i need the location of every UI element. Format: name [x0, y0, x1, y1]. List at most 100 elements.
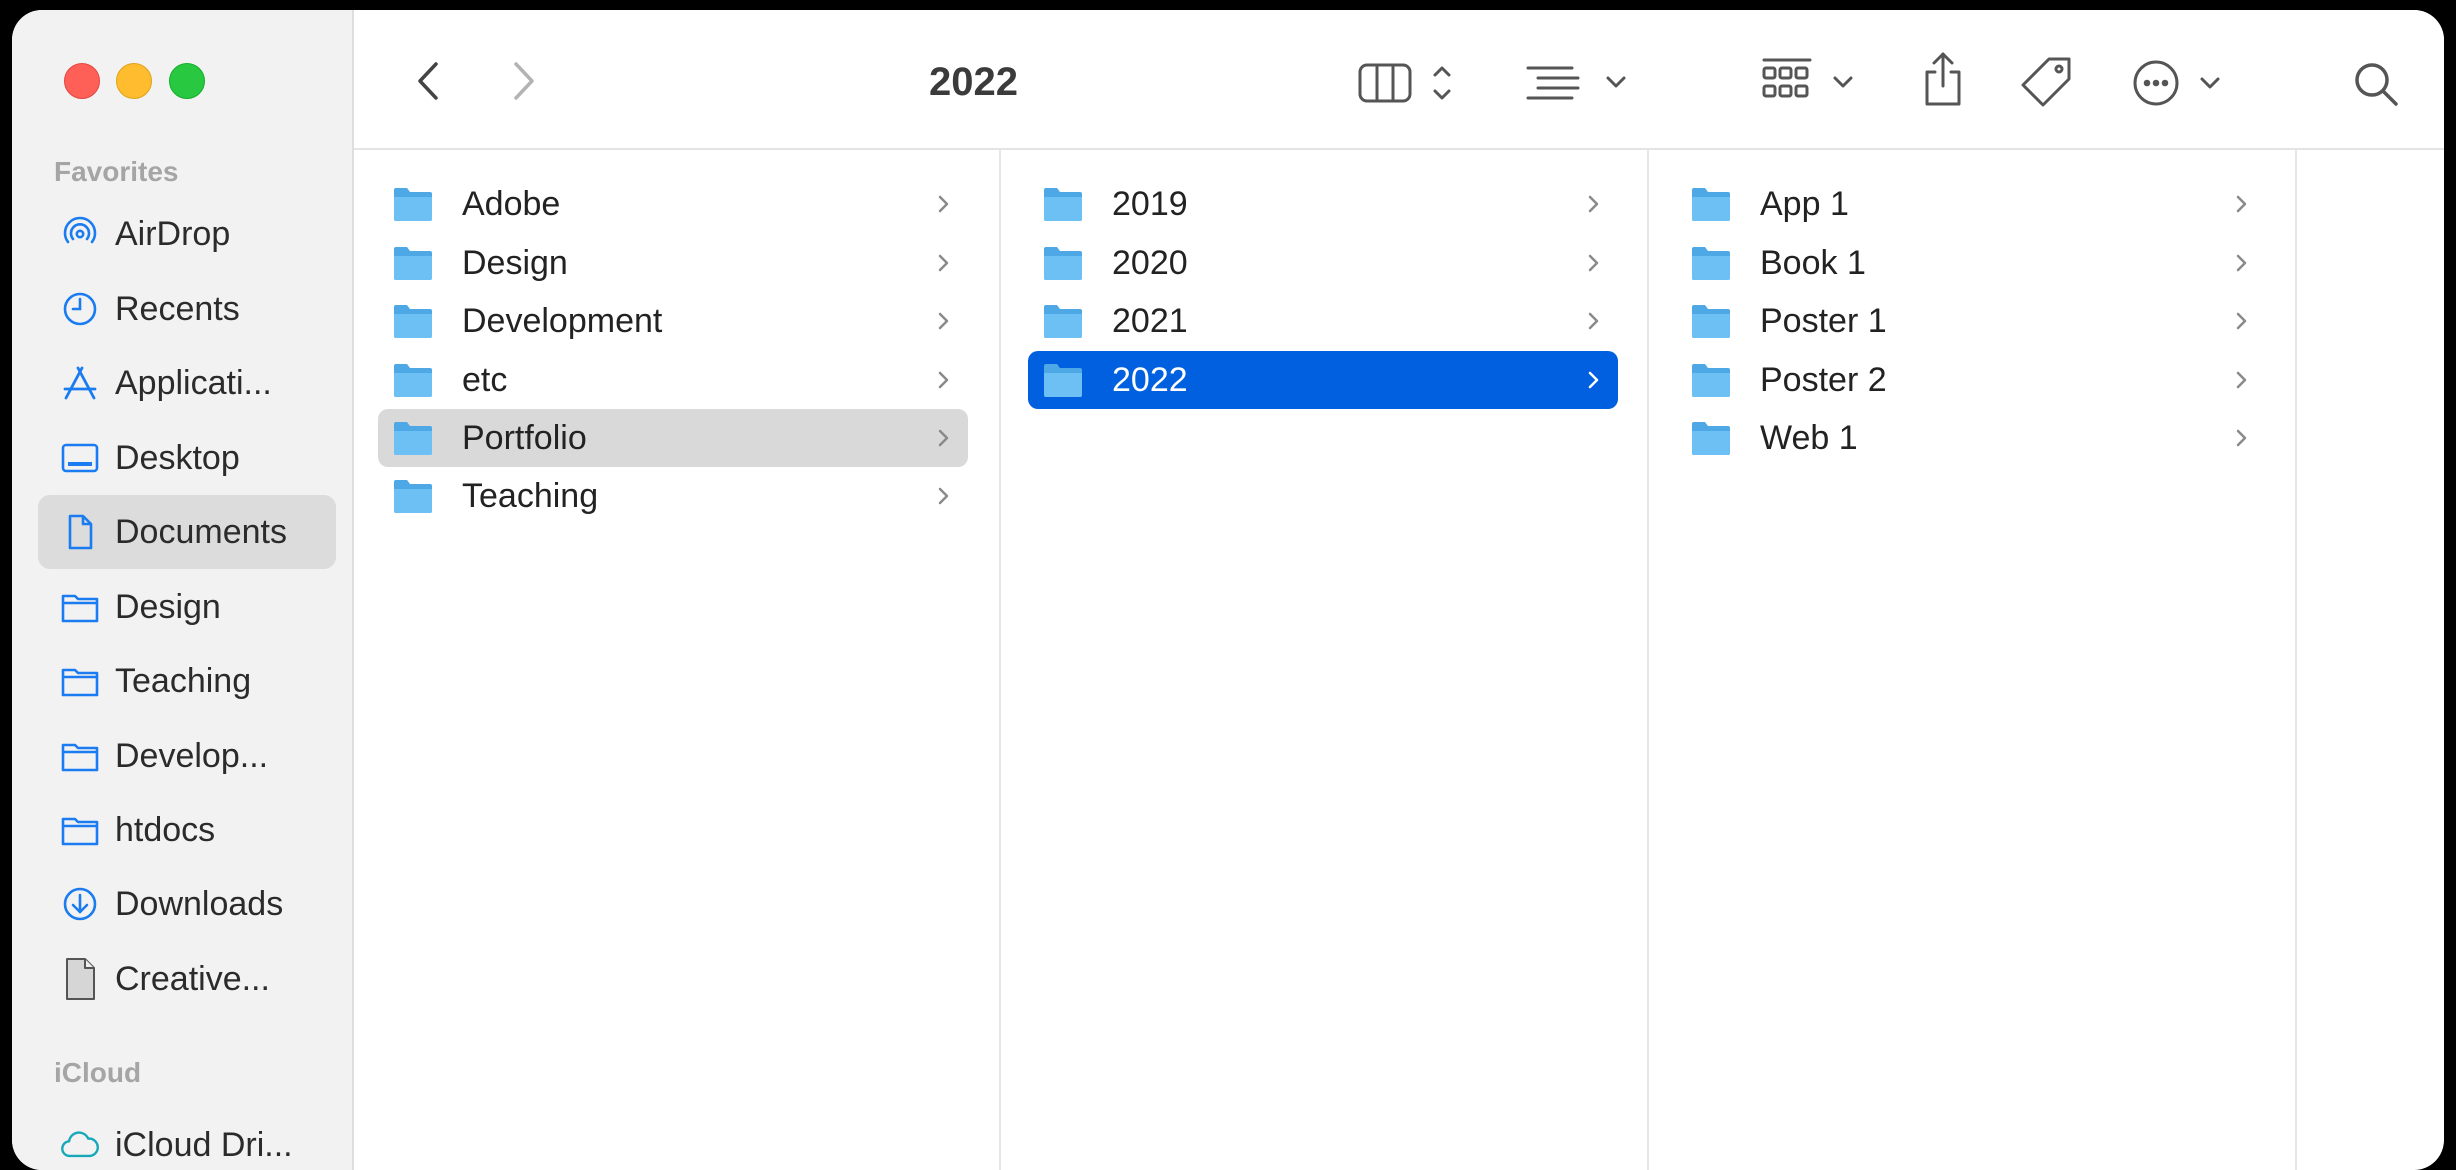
search-icon [2355, 63, 2398, 106]
folder-icon [394, 422, 432, 455]
sidebar-item-development[interactable]: Develop... [38, 719, 336, 793]
search-button[interactable] [2352, 60, 2402, 110]
folder-icon [1692, 364, 1730, 397]
chevron-right-icon [938, 254, 949, 272]
share-icon [1925, 52, 1961, 106]
sidebar-item-label: Documents [115, 512, 287, 551]
folder-icon [394, 480, 432, 513]
column-1: Adobe Design Development etc Portfolio T… [354, 150, 1001, 1170]
view-mode-button[interactable] [1357, 60, 1467, 106]
close-window-button[interactable] [64, 63, 100, 99]
sidebar-item-label: htdocs [115, 810, 216, 849]
list-item-label: Book 1 [1760, 243, 1866, 282]
group-button[interactable] [1524, 62, 1634, 102]
folder-icon [1044, 188, 1082, 221]
download-icon [60, 884, 100, 924]
chevron-right-icon [2236, 254, 2247, 272]
tag-button[interactable] [2017, 54, 2077, 110]
ellipsis-icon [2133, 60, 2179, 106]
list-item-2022-selected[interactable]: 2022 [1028, 351, 1618, 409]
forward-icon [514, 62, 534, 100]
sidebar-item-airdrop[interactable]: AirDrop [38, 197, 336, 271]
list-item[interactable]: Web 1 [1676, 409, 2266, 467]
list-item-label: etc [462, 360, 508, 399]
list-item-label: Portfolio [462, 418, 587, 457]
document-icon [60, 512, 100, 552]
sidebar-item-teaching[interactable]: Teaching [38, 644, 336, 718]
chevron-right-icon [938, 371, 949, 389]
list-item-label: Development [462, 301, 663, 340]
tag-icon [2021, 57, 2071, 107]
chevron-down-icon [1606, 76, 1626, 88]
back-button[interactable] [408, 58, 448, 104]
list-item[interactable]: etc [378, 351, 968, 409]
folder-icon [1044, 247, 1082, 280]
sidebar-section-icloud: iCloud [54, 1057, 142, 1088]
list-item-label: Web 1 [1760, 418, 1858, 457]
chevron-down-icon [2200, 77, 2220, 89]
folder-icon [1044, 364, 1082, 397]
folder-icon [1692, 305, 1730, 338]
sidebar-item-label: Downloads [115, 884, 284, 923]
share-button[interactable] [1918, 50, 1968, 110]
list-item-portfolio[interactable]: Portfolio [378, 409, 968, 467]
sidebar-item-recents[interactable]: Recents [38, 272, 336, 346]
sidebar-item-design[interactable]: Design [38, 570, 336, 644]
window-title: 2022 [929, 60, 1018, 104]
sidebar-item-htdocs[interactable]: htdocs [38, 793, 336, 867]
chevron-right-icon [1588, 254, 1599, 272]
list-item[interactable]: 2021 [1028, 292, 1618, 350]
chevron-right-icon [1588, 195, 1599, 213]
grid-icon [1762, 58, 1812, 98]
more-actions-button[interactable] [2132, 58, 2228, 108]
list-item-label: 2019 [1112, 184, 1188, 223]
columns-view-icon [1358, 63, 1412, 103]
folder-icon [1692, 188, 1730, 221]
zoom-window-button[interactable] [169, 63, 205, 99]
sidebar-item-documents[interactable]: Documents [38, 495, 336, 569]
folder-icon [60, 587, 100, 627]
folder-icon [60, 810, 100, 850]
chevron-right-icon [2236, 312, 2247, 330]
chevron-right-icon [2236, 371, 2247, 389]
list-group-icon [1526, 66, 1580, 100]
list-item[interactable]: Poster 1 [1676, 292, 2266, 350]
sidebar-item-label: AirDrop [115, 214, 231, 253]
list-item[interactable]: Development [378, 292, 968, 350]
folder-icon [1044, 305, 1082, 338]
sidebar-section-favorites: Favorites [54, 156, 179, 187]
list-item[interactable]: Teaching [378, 467, 968, 525]
list-item-label: Poster 2 [1760, 360, 1887, 399]
sidebar-item-label: Develop... [115, 736, 269, 775]
list-item-label: 2021 [1112, 301, 1188, 340]
folder-icon [394, 247, 432, 280]
list-item-label: App 1 [1760, 184, 1849, 223]
folder-icon [60, 661, 100, 701]
list-item[interactable]: App 1 [1676, 175, 2266, 233]
list-item[interactable]: Design [378, 234, 968, 292]
list-item-label: 2020 [1112, 243, 1188, 282]
minimize-window-button[interactable] [116, 63, 152, 99]
sidebar-item-icloud-drive[interactable]: iCloud Dri... [38, 1108, 336, 1170]
chevron-right-icon [1588, 371, 1599, 389]
file-icon [60, 958, 100, 1000]
list-item[interactable]: Book 1 [1676, 234, 2266, 292]
list-item[interactable]: Poster 2 [1676, 351, 2266, 409]
list-item[interactable]: 2020 [1028, 234, 1618, 292]
folder-icon [1692, 247, 1730, 280]
chevron-down-icon [1833, 76, 1853, 88]
folder-icon [394, 364, 432, 397]
forward-button[interactable] [504, 58, 544, 104]
sidebar-item-applications[interactable]: Applicati... [38, 346, 336, 420]
sidebar-item-creative[interactable]: Creative... [38, 942, 336, 1016]
sidebar-item-label: Applicati... [115, 363, 272, 402]
sidebar-item-desktop[interactable]: Desktop [38, 421, 336, 495]
list-item-label: Teaching [462, 476, 599, 515]
column-2: 2019 2020 2021 2022 [1001, 150, 1649, 1170]
sidebar-item-downloads[interactable]: Downloads [38, 867, 336, 941]
gallery-button[interactable] [1760, 56, 1862, 106]
chevron-right-icon [1588, 312, 1599, 330]
list-item[interactable]: Adobe [378, 175, 968, 233]
folder-icon [60, 736, 100, 776]
list-item[interactable]: 2019 [1028, 175, 1618, 233]
